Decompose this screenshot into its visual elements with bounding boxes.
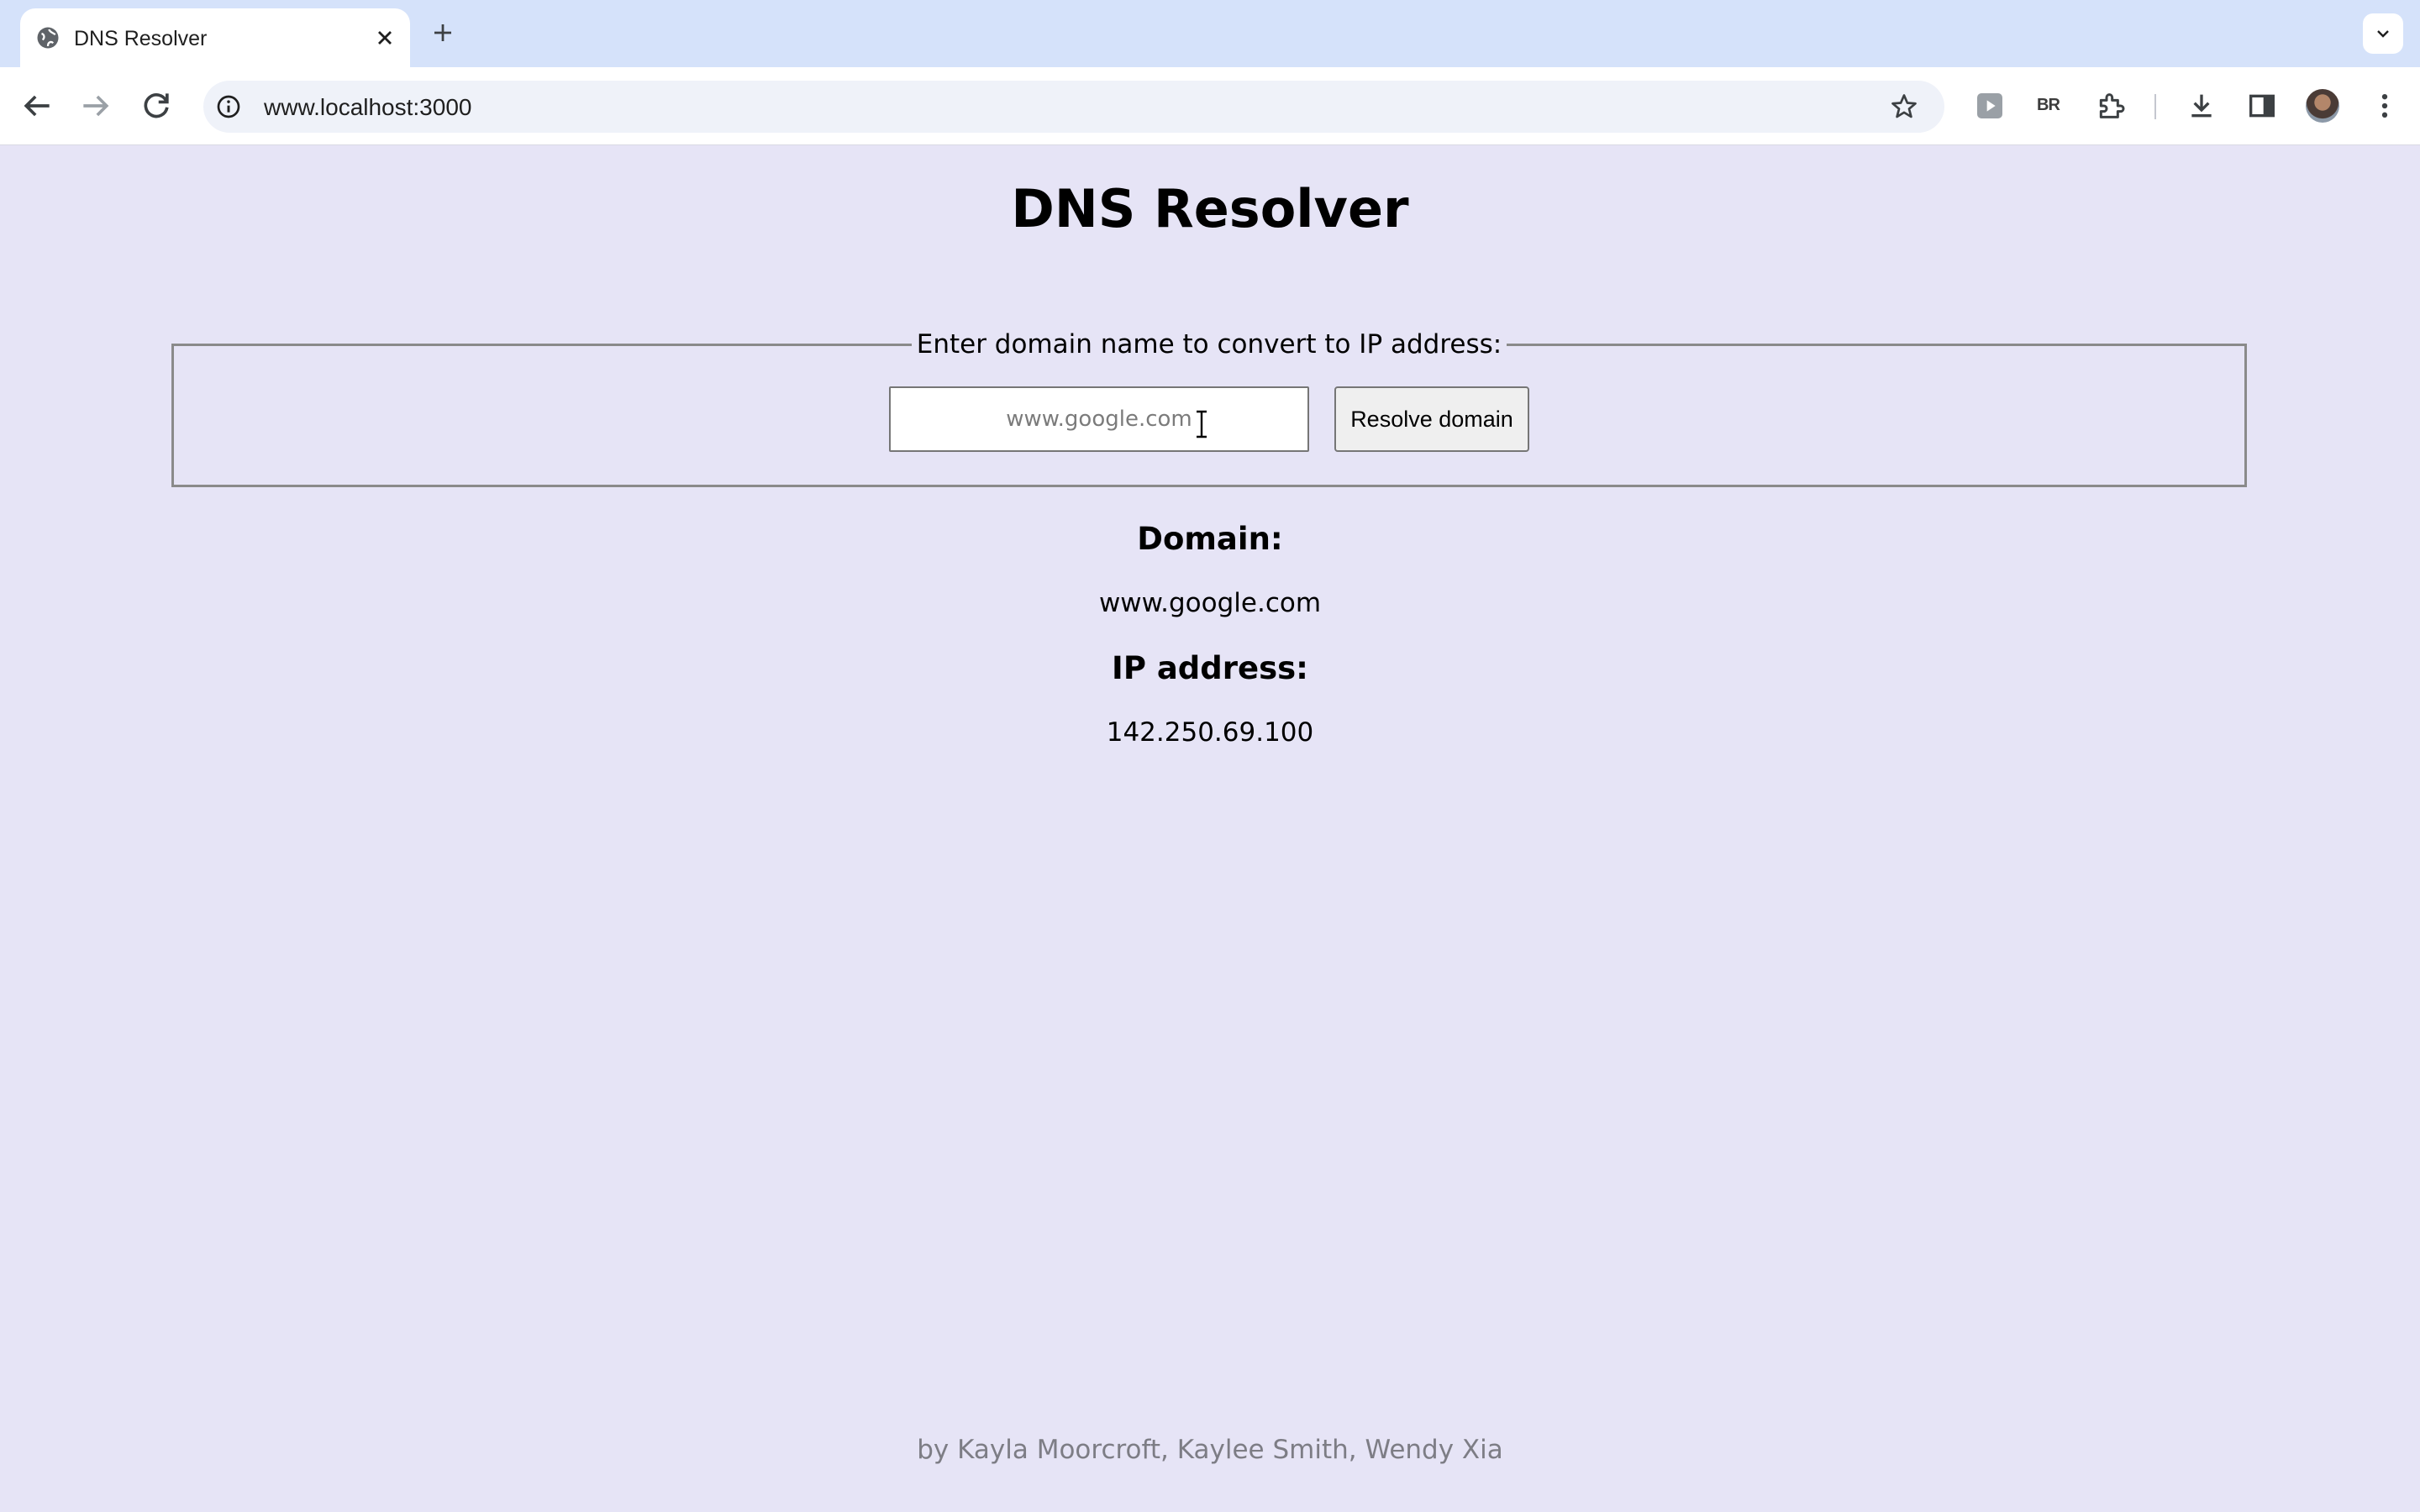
domain-value: www.google.com bbox=[1098, 588, 1322, 618]
ip-address-label: IP address: bbox=[1112, 650, 1308, 686]
url-text: www.localhost:3000 bbox=[264, 94, 472, 120]
domain-input[interactable] bbox=[889, 386, 1309, 452]
globe-icon bbox=[37, 27, 59, 49]
chevron-down-icon bbox=[2377, 30, 2389, 38]
back-arrow-icon[interactable] bbox=[18, 87, 55, 124]
ip-address-value: 142.250.69.100 bbox=[1106, 717, 1314, 748]
tab-title: DNS Resolver bbox=[74, 27, 208, 50]
star-icon[interactable] bbox=[1889, 92, 1919, 122]
puzzle-icon[interactable] bbox=[2094, 89, 2128, 123]
browser-toolbar: www.localhost:3000 BR bbox=[0, 67, 2420, 145]
reload-icon[interactable] bbox=[138, 87, 175, 124]
form-legend: Enter domain name to convert to IP addre… bbox=[916, 329, 1502, 360]
side-panel-icon[interactable] bbox=[2245, 89, 2279, 123]
tab-dns-resolver[interactable]: DNS Resolver bbox=[20, 8, 410, 67]
plus-icon[interactable] bbox=[430, 20, 455, 45]
toolbar-separator bbox=[2154, 94, 2156, 119]
info-icon[interactable] bbox=[215, 93, 242, 120]
more-vert-icon[interactable] bbox=[2368, 89, 2402, 123]
close-icon[interactable] bbox=[373, 26, 397, 50]
download-icon[interactable] bbox=[2185, 89, 2218, 123]
tab-search-button[interactable] bbox=[2363, 13, 2403, 54]
tab-strip: DNS Resolver bbox=[0, 0, 2420, 67]
footer-credits: by Kayla Moorcroft, Kaylee Smith, Wendy … bbox=[917, 1435, 1503, 1465]
resolve-domain-button[interactable]: Resolve domain bbox=[1334, 386, 1529, 452]
br-extension-icon[interactable]: BR bbox=[2037, 96, 2060, 115]
forward-arrow-icon[interactable] bbox=[77, 87, 114, 124]
avatar[interactable] bbox=[2306, 89, 2339, 123]
address-bar[interactable]: www.localhost:3000 bbox=[203, 81, 1944, 133]
page-title: DNS Resolver bbox=[1011, 178, 1409, 239]
domain-label: Domain: bbox=[1137, 521, 1283, 557]
text-cursor-icon bbox=[1197, 410, 1207, 438]
play-extension-icon[interactable] bbox=[1973, 89, 2007, 123]
